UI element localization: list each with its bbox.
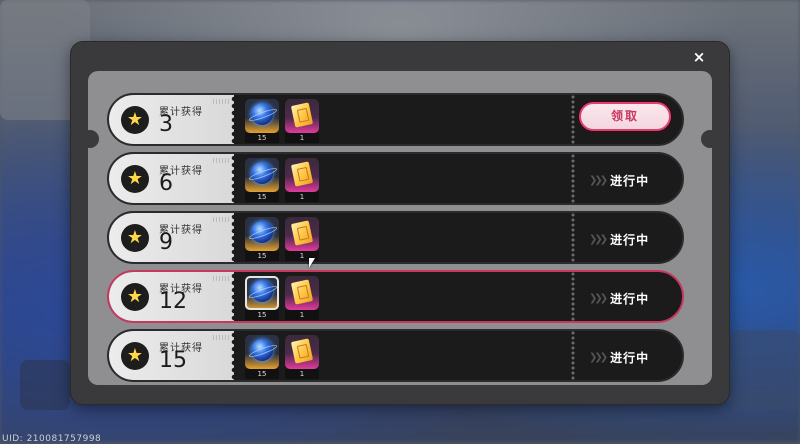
milestone-section: ★ 累计获得 6: [109, 154, 238, 203]
right-notch: [701, 130, 719, 148]
background-block: [730, 330, 800, 410]
perforated-divider: [571, 154, 575, 203]
reward-item[interactable]: 1: [285, 276, 319, 320]
reward-row: ★ 累计获得 15 15 1 ❯❯❯ 进行中: [107, 329, 684, 382]
milestone-section: ★ 累计获得 15: [109, 331, 238, 380]
item-quantity: 15: [245, 369, 279, 379]
chevron-right-icon: ❯❯❯: [589, 233, 608, 245]
in-progress-status: ❯❯❯ 进行中: [589, 347, 689, 367]
milestone-section: ★ 累计获得 12: [109, 272, 238, 321]
reward-row: ★ 累计获得 6 15 1 ❯❯❯ 进行中: [107, 152, 684, 205]
status-label: 进行中: [610, 232, 650, 247]
reward-items: 15 1: [245, 158, 319, 202]
blue-orb-icon: [251, 339, 273, 361]
item-quantity: 15: [245, 192, 279, 202]
item-frame: [245, 217, 279, 251]
reward-item[interactable]: 15: [245, 99, 279, 143]
gold-ticket-icon: [290, 161, 314, 187]
decorative-stripe: [213, 99, 229, 104]
reward-item[interactable]: 15: [245, 276, 279, 320]
reward-panel: ★ 累计获得 3 15 1 领取 ★ 累计获得 6 15 1 ❯❯❯ 进行中 ★…: [88, 71, 712, 385]
reward-item[interactable]: 15: [245, 217, 279, 261]
cumulative-count: 3: [159, 112, 173, 137]
gold-ticket-icon: [290, 220, 314, 246]
perforated-divider: [571, 331, 575, 380]
claim-button[interactable]: 领取: [579, 102, 671, 131]
perforated-divider: [571, 95, 575, 144]
status-label: 进行中: [610, 173, 650, 188]
decorative-stripe: [213, 158, 229, 163]
item-quantity: 1: [285, 310, 319, 320]
item-frame: [285, 276, 319, 310]
reward-row: ★ 累计获得 3 15 1 领取: [107, 93, 684, 146]
reward-items: 15 1: [245, 217, 319, 261]
chevron-right-icon: ❯❯❯: [589, 351, 608, 363]
decorative-stripe: [213, 217, 229, 222]
reward-items: 15 1: [245, 335, 319, 379]
star-icon: ★: [121, 283, 149, 311]
blue-orb-icon: [251, 162, 273, 184]
star-icon: ★: [121, 224, 149, 252]
status-label: 进行中: [610, 350, 650, 365]
reward-item[interactable]: 15: [245, 158, 279, 202]
milestone-section: ★ 累计获得 3: [109, 95, 238, 144]
reward-item[interactable]: 1: [285, 335, 319, 379]
perforated-divider: [571, 213, 575, 262]
item-quantity: 15: [245, 310, 279, 320]
item-frame: [285, 158, 319, 192]
item-quantity: 1: [285, 369, 319, 379]
in-progress-status: ❯❯❯ 进行中: [589, 229, 689, 249]
item-quantity: 1: [285, 133, 319, 143]
mouse-cursor-icon: [309, 258, 315, 268]
reward-item[interactable]: 1: [285, 99, 319, 143]
reward-row: ★ 累计获得 9 15 1 ❯❯❯ 进行中: [107, 211, 684, 264]
reward-row: ★ 累计获得 12 15 1 ❯❯❯ 进行中: [107, 270, 684, 323]
item-frame: [245, 276, 279, 310]
star-icon: ★: [121, 165, 149, 193]
reward-item[interactable]: 1: [285, 217, 319, 261]
decorative-stripe: [213, 276, 229, 281]
reward-item[interactable]: 15: [245, 335, 279, 379]
item-quantity: 15: [245, 133, 279, 143]
item-quantity: 15: [245, 251, 279, 261]
gold-ticket-icon: [290, 338, 314, 364]
milestone-section: ★ 累计获得 9: [109, 213, 238, 262]
star-icon: ★: [121, 342, 149, 370]
cumulative-count: 15: [159, 348, 187, 373]
background-block: [20, 360, 70, 410]
gold-ticket-icon: [290, 279, 314, 305]
item-frame: [285, 217, 319, 251]
item-frame: [285, 99, 319, 133]
item-frame: [245, 99, 279, 133]
reward-items: 15 1: [245, 99, 319, 143]
reward-list[interactable]: ★ 累计获得 3 15 1 领取 ★ 累计获得 6 15 1 ❯❯❯ 进行中 ★…: [107, 93, 684, 385]
chevron-right-icon: ❯❯❯: [589, 292, 608, 304]
in-progress-status: ❯❯❯ 进行中: [589, 170, 689, 190]
gold-ticket-icon: [290, 102, 314, 128]
decorative-stripe: [213, 335, 229, 340]
left-notch: [81, 130, 99, 148]
reward-item[interactable]: 1: [285, 158, 319, 202]
item-frame: [285, 335, 319, 369]
reward-items: 15 1: [245, 276, 319, 320]
in-progress-status: ❯❯❯ 进行中: [589, 288, 689, 308]
status-label: 进行中: [610, 291, 650, 306]
cumulative-count: 12: [159, 289, 187, 314]
perforated-divider: [571, 272, 575, 321]
uid-text: UID: 210081757998: [2, 434, 102, 444]
item-frame: [245, 335, 279, 369]
cumulative-count: 6: [159, 171, 173, 196]
chevron-right-icon: ❯❯❯: [589, 174, 608, 186]
blue-orb-icon: [251, 221, 273, 243]
item-frame: [245, 158, 279, 192]
star-icon: ★: [121, 106, 149, 134]
reward-modal: × ★ 累计获得 3 15 1 领取 ★ 累计获得 6 15 1 ❯❯❯ 进行中…: [71, 42, 729, 404]
close-icon[interactable]: ×: [691, 49, 707, 65]
item-quantity: 1: [285, 192, 319, 202]
blue-orb-icon: [251, 280, 273, 302]
blue-orb-icon: [251, 103, 273, 125]
cumulative-count: 9: [159, 230, 173, 255]
